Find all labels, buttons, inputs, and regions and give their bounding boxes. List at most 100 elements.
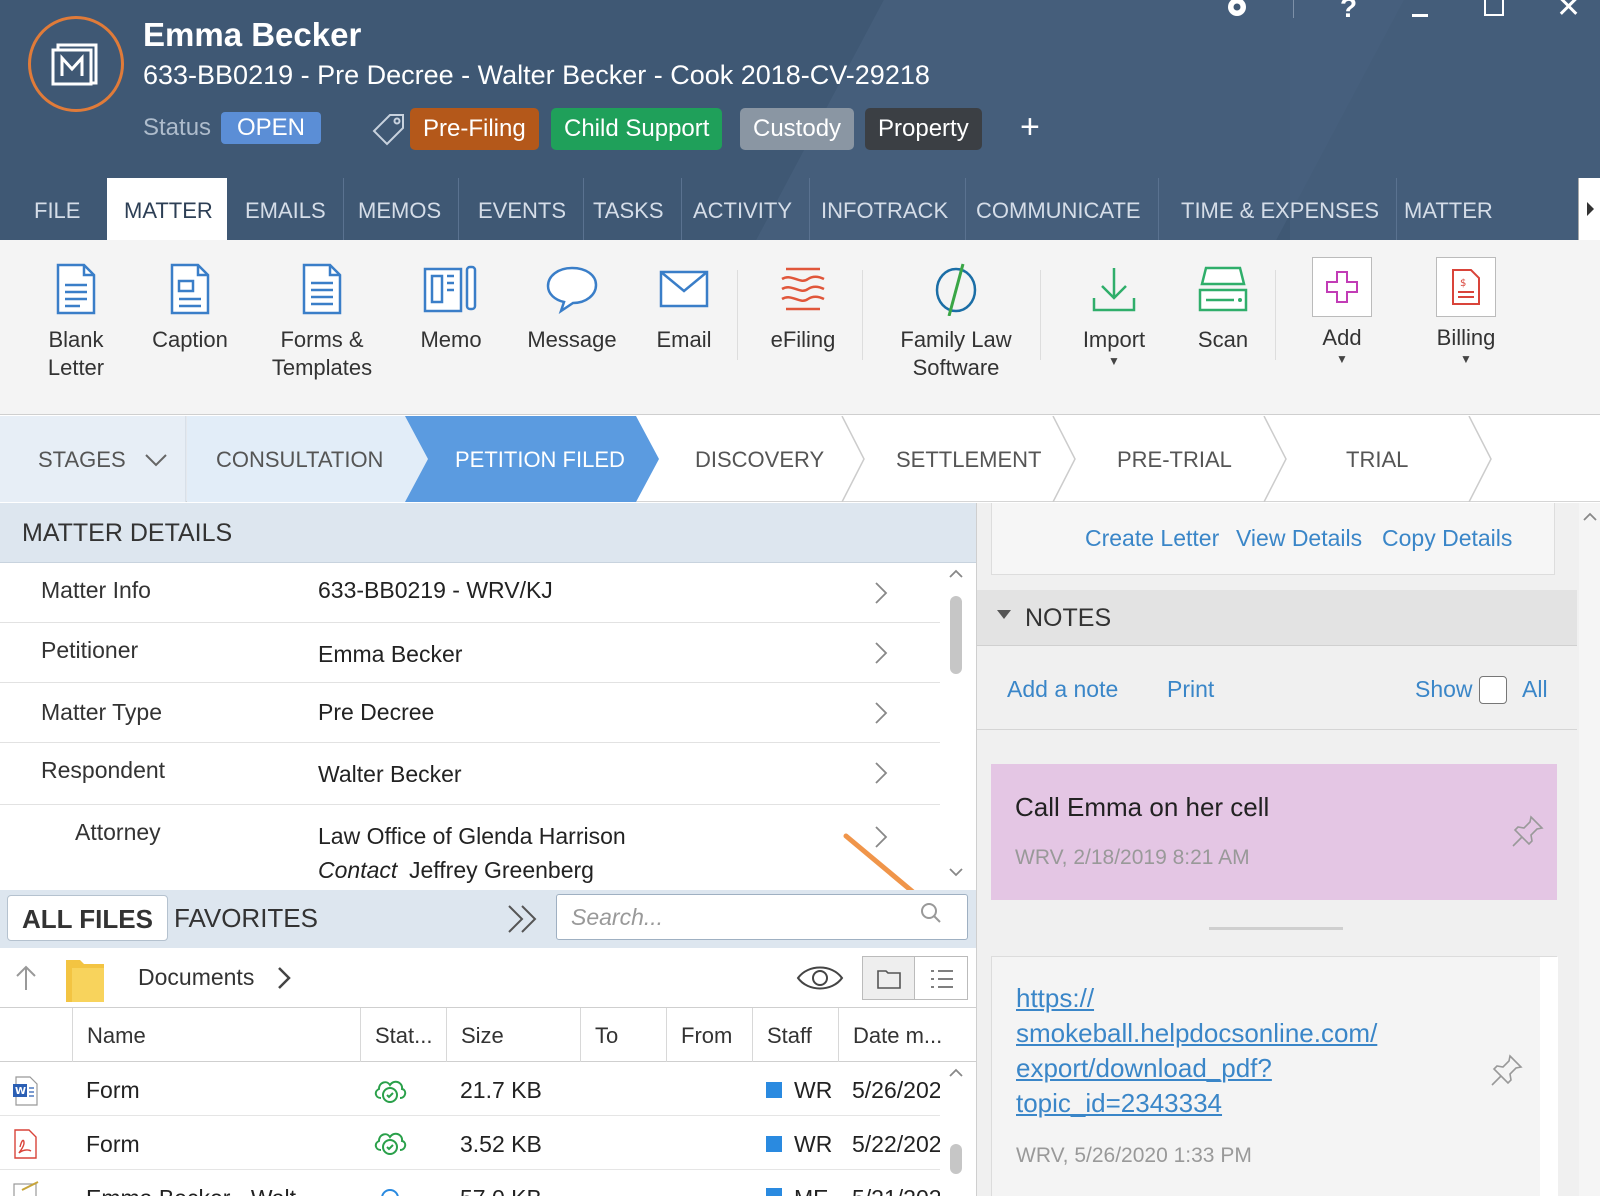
stage-petition-filed[interactable]: PETITION FILED [455,416,625,502]
efiling-button[interactable]: eFiling [760,258,846,354]
show-all-checkbox[interactable] [1479,676,1507,704]
maximize-icon[interactable] [1484,0,1504,16]
tab-all-files[interactable]: ALL FILES [7,895,168,941]
arrow-up-icon[interactable] [14,964,38,992]
folder-view-button[interactable] [863,957,915,999]
tab-emails[interactable]: EMAILS [228,178,344,240]
tab-matter-insight[interactable]: MATTER INSIGHT [1387,178,1600,240]
email-button[interactable]: Email [648,258,720,354]
attorney-row[interactable]: Attorney Law Office of Glenda Harrison C… [0,805,940,889]
forms-templates-button[interactable]: Forms & Templates [264,258,380,382]
note-link[interactable]: https:// smokeball.helpdocsonline.com/ e… [1016,981,1377,1121]
tag-child-support[interactable]: Child Support [551,108,723,150]
file-row[interactable]: W Form 21.7 KB WR 5/26/2020 [0,1062,940,1116]
stage-discovery[interactable]: DISCOVERY [695,416,824,502]
copy-details-link[interactable]: Copy Details [1382,525,1512,552]
collapse-triangle-icon[interactable] [997,610,1011,620]
tab-matter[interactable]: MATTER [107,178,227,240]
col-staff[interactable]: Staff [752,1008,838,1062]
col-status[interactable]: Stat... [360,1008,446,1062]
status-badge[interactable]: OPEN [221,112,322,144]
tab-tasks[interactable]: TASKS [576,178,682,240]
scroll-up-icon[interactable] [1581,509,1599,523]
scroll-up-icon[interactable] [944,1062,968,1082]
chevron-right-icon[interactable] [276,966,292,990]
petitioner-row[interactable]: Petitioner Emma Becker [0,623,940,683]
search-input[interactable]: Search... [556,894,968,940]
search-icon[interactable] [920,902,942,924]
family-law-software-button[interactable]: Family Law Software [884,258,1028,382]
col-date-modified[interactable]: Date m... [838,1008,948,1062]
tag-property[interactable]: Property [865,108,982,150]
tab-time-expenses[interactable]: TIME & EXPENSES [1164,178,1398,240]
note-card[interactable]: Call Emma on her cell WRV, 2/18/2019 8:2… [991,764,1557,900]
add-tag-button[interactable]: + [1020,108,1040,147]
eye-icon[interactable] [796,962,844,994]
scroll-thumb[interactable] [950,596,962,674]
tag-pre-filing[interactable]: Pre-Filing [410,108,539,150]
help-icon[interactable]: ? [1340,0,1357,24]
import-button[interactable]: Import ▼ [1068,258,1160,368]
respondent-row[interactable]: Respondent Walter Becker [0,743,940,805]
matter-info-row[interactable]: Matter Info 633-BB0219 - WRV/KJ [0,563,940,623]
tab-communicate[interactable]: COMMUNICATE [959,178,1159,240]
double-chevron-right-icon[interactable] [506,903,540,935]
add-button[interactable]: Add ▼ [1296,256,1388,366]
col-to[interactable]: To [580,1008,666,1062]
breadcrumb-documents[interactable]: Documents [138,964,254,991]
stages-dropdown[interactable]: STAGES [38,416,168,502]
panel-scrollbar[interactable] [1579,503,1600,1196]
col-size[interactable]: Size [446,1008,580,1062]
pin-icon[interactable] [1490,1053,1524,1087]
tab-memos[interactable]: MEMOS [341,178,460,240]
message-button[interactable]: Message [522,258,622,354]
col-from[interactable]: From [666,1008,752,1062]
tabs-scroll-right-button[interactable] [1578,178,1600,240]
chevron-right-icon [875,582,888,604]
close-icon[interactable]: ✕ [1556,0,1581,25]
tab-infotrack[interactable]: INFOTRACK [804,178,967,240]
pin-icon[interactable] [1511,814,1545,848]
tab-events[interactable]: EVENTS [461,178,585,240]
view-details-link[interactable]: View Details [1236,525,1362,552]
minimize-icon[interactable] [1412,14,1428,17]
list-view-icon[interactable] [929,967,955,991]
tab-file[interactable]: FILE [17,178,97,240]
memo-button[interactable]: Memo [408,258,494,354]
note-link-line[interactable]: topic_id=2343334 [1016,1086,1377,1121]
tag-icon[interactable] [372,112,406,151]
stage-consultation[interactable]: CONSULTATION [216,416,383,502]
files-scrollbar[interactable] [944,1062,968,1196]
import-label: Import [1082,327,1146,352]
memo-icon [408,258,494,320]
tab-activity[interactable]: ACTIVITY [676,178,811,240]
blank-letter-button[interactable]: Blank Letter [36,258,116,382]
note-link-line[interactable]: export/download_pdf? [1016,1051,1377,1086]
billing-dropdown-icon[interactable]: ▼ [1420,352,1512,366]
scroll-up-icon[interactable] [944,563,968,583]
file-row[interactable]: Emma Becker - Walt 57.0 KB ME 5/21/2020 [0,1170,940,1196]
billing-button[interactable]: $ Billing ▼ [1420,256,1512,366]
scan-button[interactable]: Scan [1182,258,1264,354]
note-card[interactable]: https:// smokeball.helpdocsonline.com/ e… [991,956,1558,1196]
note-scrollbar[interactable] [1540,957,1558,1196]
stage-settlement[interactable]: SETTLEMENT [896,416,1041,502]
col-name[interactable]: Name [72,1008,360,1062]
settings-gear-icon[interactable] [1222,0,1252,28]
matter-type-row[interactable]: Matter Type Pre Decree [0,683,940,743]
note-link-line[interactable]: smokeball.helpdocsonline.com/ [1016,1016,1377,1051]
add-note-link[interactable]: Add a note [1007,676,1118,703]
file-row[interactable]: Form 3.52 KB WR 5/22/2020 [0,1116,940,1170]
print-link[interactable]: Print [1167,676,1214,703]
tag-custody[interactable]: Custody [740,108,855,150]
stage-pre-trial[interactable]: PRE-TRIAL [1117,416,1232,502]
stage-trial[interactable]: TRIAL [1346,416,1408,502]
import-dropdown-icon[interactable]: ▼ [1068,354,1160,368]
note-link-line[interactable]: https:// [1016,981,1377,1016]
create-letter-link[interactable]: Create Letter [1085,525,1219,552]
tab-favorites[interactable]: FAVORITES [160,895,332,941]
add-dropdown-icon[interactable]: ▼ [1296,352,1388,366]
caption-button[interactable]: Caption [142,258,238,354]
scroll-thumb[interactable] [950,1144,962,1174]
notes-header[interactable]: NOTES [977,590,1577,646]
